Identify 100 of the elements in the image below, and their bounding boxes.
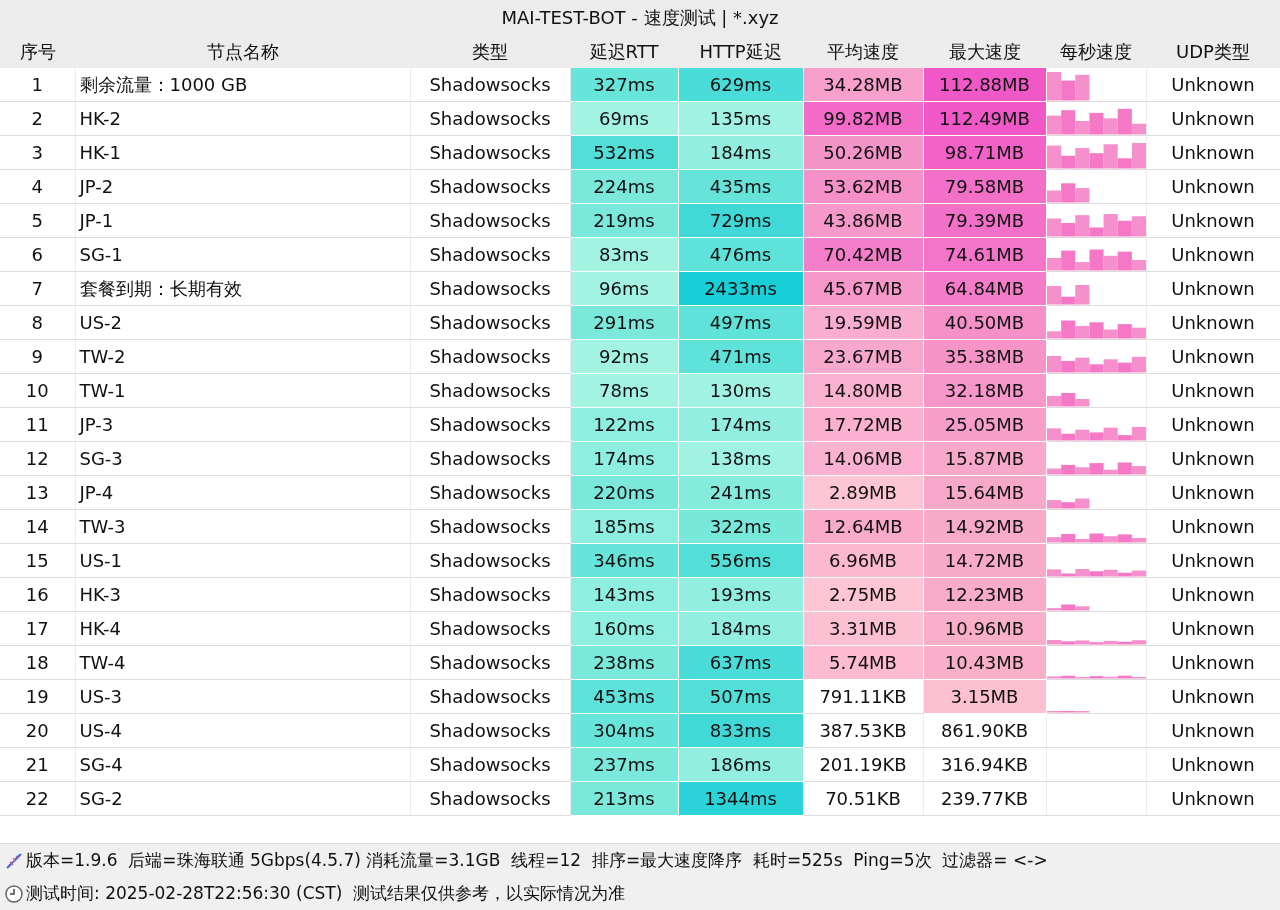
row-number: 5 (0, 203, 75, 238)
udp-type: Unknown (1146, 577, 1280, 612)
row-number: 1 (0, 68, 75, 102)
latency-value: 135ms (678, 101, 803, 136)
column-header[interactable]: 最大速度 (923, 35, 1046, 68)
protocol-type: Shadowsocks (410, 747, 570, 782)
udp-type: Unknown (1146, 135, 1280, 170)
latency-value: 476ms (678, 237, 803, 272)
udp-type: Unknown (1146, 543, 1280, 578)
row-number: 20 (0, 713, 75, 748)
row-number: 8 (0, 305, 75, 340)
row-number: 6 (0, 237, 75, 272)
latency-value: 213ms (570, 781, 678, 816)
node-name: JP-2 (75, 169, 410, 204)
protocol-type: Shadowsocks (410, 543, 570, 578)
latency-value: 220ms (570, 475, 678, 510)
latency-value: 143ms (570, 577, 678, 612)
speed-value: 10.43MB (923, 645, 1046, 680)
latency-value: 224ms (570, 169, 678, 204)
column-header[interactable]: UDP类型 (1146, 35, 1280, 68)
protocol-type: Shadowsocks (410, 679, 570, 714)
speed-sparkline (1046, 711, 1089, 713)
latency-value: 497ms (678, 305, 803, 340)
row-number: 3 (0, 135, 75, 170)
latency-value: 291ms (570, 305, 678, 340)
node-name: HK-3 (75, 577, 410, 612)
node-name: US-3 (75, 679, 410, 714)
udp-type: Unknown (1146, 68, 1280, 102)
node-name: HK-2 (75, 101, 410, 136)
node-name: TW-3 (75, 509, 410, 544)
speed-sparkline (1046, 604, 1089, 611)
udp-type: Unknown (1146, 441, 1280, 476)
latency-value: 184ms (678, 611, 803, 646)
node-name: US-4 (75, 713, 410, 748)
speed-value: 6.96MB (803, 543, 923, 578)
node-name: SG-1 (75, 237, 410, 272)
udp-type: Unknown (1146, 611, 1280, 646)
latency-value: 304ms (570, 713, 678, 748)
protocol-type: Shadowsocks (410, 645, 570, 680)
speed-value: 112.88MB (923, 68, 1046, 102)
node-name: 套餐到期：长期有效 (75, 271, 410, 306)
latency-value: 83ms (570, 237, 678, 272)
row-number: 13 (0, 475, 75, 510)
speed-value: 70.42MB (803, 237, 923, 272)
udp-type: Unknown (1146, 169, 1280, 204)
latency-value: 160ms (570, 611, 678, 646)
column-header[interactable]: 延迟RTT (570, 35, 678, 68)
speed-value: 98.71MB (923, 135, 1046, 170)
node-name: JP-4 (75, 475, 410, 510)
udp-type: Unknown (1146, 305, 1280, 340)
node-name: SG-3 (75, 441, 410, 476)
column-header[interactable]: HTTP延迟 (678, 35, 803, 68)
speed-value: 70.51KB (803, 781, 923, 816)
speed-value: 35.38MB (923, 339, 1046, 374)
latency-value: 637ms (678, 645, 803, 680)
row-number: 16 (0, 577, 75, 612)
speed-value: 791.11KB (803, 679, 923, 714)
speed-sparkline (1046, 285, 1089, 305)
udp-type: Unknown (1146, 101, 1280, 136)
node-name: SG-4 (75, 747, 410, 782)
speed-value: 12.23MB (923, 577, 1046, 612)
node-name: JP-1 (75, 203, 410, 238)
speed-sparkline (1046, 72, 1089, 101)
udp-type: Unknown (1146, 271, 1280, 306)
column-header[interactable]: 平均速度 (803, 35, 923, 68)
udp-type: Unknown (1146, 509, 1280, 544)
column-header[interactable]: 节点名称 (75, 35, 410, 68)
latency-value: 237ms (570, 747, 678, 782)
column-header[interactable]: 类型 (410, 35, 570, 68)
latency-value: 174ms (678, 407, 803, 442)
protocol-type: Shadowsocks (410, 441, 570, 476)
node-name: SG-2 (75, 781, 410, 816)
node-name: TW-1 (75, 373, 410, 408)
speed-value: 64.84MB (923, 271, 1046, 306)
column-header[interactable]: 每秒速度 (1046, 35, 1146, 68)
latency-value: 219ms (570, 203, 678, 238)
protocol-type: Shadowsocks (410, 509, 570, 544)
speed-sparkline (1046, 498, 1089, 509)
row-number: 12 (0, 441, 75, 476)
row-number: 18 (0, 645, 75, 680)
speed-value: 34.28MB (803, 68, 923, 102)
speed-sparkline (1046, 183, 1089, 203)
column-header[interactable]: 序号 (0, 35, 75, 68)
udp-type: Unknown (1146, 747, 1280, 782)
node-name: JP-3 (75, 407, 410, 442)
row-number: 2 (0, 101, 75, 136)
protocol-type: Shadowsocks (410, 781, 570, 816)
latency-value: 186ms (678, 747, 803, 782)
latency-value: 629ms (678, 68, 803, 102)
speed-value: 3.31MB (803, 611, 923, 646)
speed-value: 50.26MB (803, 135, 923, 170)
speed-value: 19.59MB (803, 305, 923, 340)
row-number: 19 (0, 679, 75, 714)
node-name: 剩余流量：1000 GB (75, 68, 410, 102)
speed-value: 2.75MB (803, 577, 923, 612)
protocol-type: Shadowsocks (410, 68, 570, 102)
udp-type: Unknown (1146, 781, 1280, 816)
node-name: TW-4 (75, 645, 410, 680)
latency-value: 435ms (678, 169, 803, 204)
latency-value: 193ms (678, 577, 803, 612)
